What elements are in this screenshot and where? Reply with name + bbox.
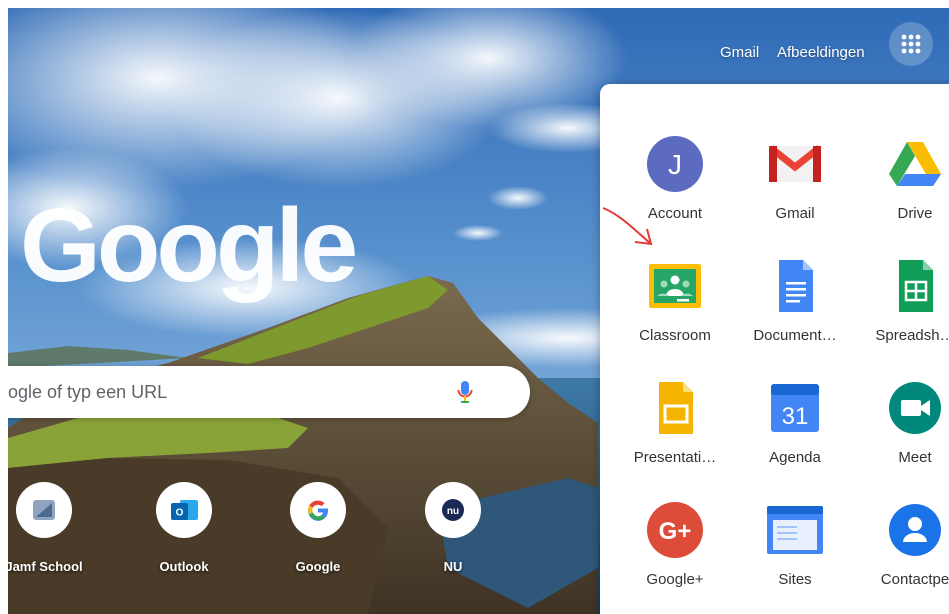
drive-icon	[889, 142, 941, 186]
app-label: Spreadsh…	[875, 327, 949, 344]
slides-icon	[659, 382, 693, 434]
app-contacts[interactable]: Contactpe	[860, 490, 949, 600]
svg-text:nu: nu	[447, 506, 459, 517]
app-label: Meet	[898, 449, 932, 466]
shortcut-label: Google	[295, 559, 341, 574]
shortcut-label: Outlook	[159, 559, 209, 574]
gmail-icon	[768, 145, 822, 182]
app-label: Presentati…	[633, 449, 717, 466]
sites-icon	[767, 506, 823, 554]
nu-icon: nu	[442, 499, 464, 521]
app-label: Drive	[897, 205, 933, 222]
app-label: Classroom	[639, 327, 711, 344]
classroom-icon	[649, 264, 701, 308]
jamf-school-icon	[33, 500, 55, 520]
app-meet[interactable]: Meet	[860, 368, 949, 478]
app-sites[interactable]: Sites	[740, 490, 850, 600]
app-label: Sites	[778, 571, 812, 588]
search-input[interactable]	[8, 366, 448, 418]
shortcut-jamf-school[interactable]: Jamf School	[8, 482, 94, 574]
svg-text:O: O	[176, 508, 184, 519]
app-label: Gmail	[775, 205, 815, 222]
account-avatar-letter: J	[668, 149, 682, 180]
app-classroom[interactable]: Classroom	[620, 246, 730, 356]
shortcut-outlook[interactable]: O Outlook	[134, 482, 234, 574]
google-apps-panel: J Account Gmail Drive Classroom Document…	[600, 84, 949, 614]
app-label: Agenda	[769, 449, 821, 466]
app-drive[interactable]: Drive	[860, 124, 949, 234]
app-gmail[interactable]: Gmail	[740, 124, 850, 234]
google-logo: Google	[20, 188, 358, 304]
shortcut-google[interactable]: Google	[268, 482, 368, 574]
docs-icon	[779, 260, 813, 312]
app-label: Google+	[646, 571, 704, 588]
microphone-icon[interactable]	[457, 380, 473, 404]
calendar-icon: 31	[771, 384, 819, 432]
google-plus-glyph: G+	[659, 518, 692, 545]
sheets-icon	[899, 260, 933, 312]
gmail-link[interactable]: Gmail	[720, 44, 759, 61]
google-g-icon	[308, 500, 329, 521]
contacts-icon	[889, 504, 941, 556]
meet-icon	[889, 382, 941, 434]
new-tab-page: Gmail Afbeeldingen Google Jamf School	[8, 8, 949, 614]
app-agenda[interactable]: 31 Agenda	[740, 368, 850, 478]
search-box[interactable]	[8, 366, 530, 418]
app-spreadsheets[interactable]: Spreadsh…	[860, 246, 949, 356]
app-google-plus[interactable]: G+ Google+	[620, 490, 730, 600]
shortcut-nu[interactable]: nu NU	[403, 482, 503, 574]
shortcut-label: NU	[443, 559, 463, 574]
red-arrow-annotation	[602, 207, 653, 246]
app-presentations[interactable]: Presentati…	[620, 368, 730, 478]
outlook-icon: O	[171, 500, 198, 520]
app-label: Document…	[753, 327, 837, 344]
app-label: Contactpe	[880, 571, 949, 588]
images-link[interactable]: Afbeeldingen	[777, 44, 865, 61]
apps-grid-icon	[901, 34, 921, 54]
app-documents[interactable]: Document…	[740, 246, 850, 356]
google-apps-button[interactable]	[889, 22, 933, 66]
shortcut-label: Jamf School	[8, 559, 83, 574]
calendar-day-number: 31	[782, 403, 809, 430]
account-icon: J	[647, 136, 703, 192]
google-plus-icon: G+	[647, 502, 703, 558]
